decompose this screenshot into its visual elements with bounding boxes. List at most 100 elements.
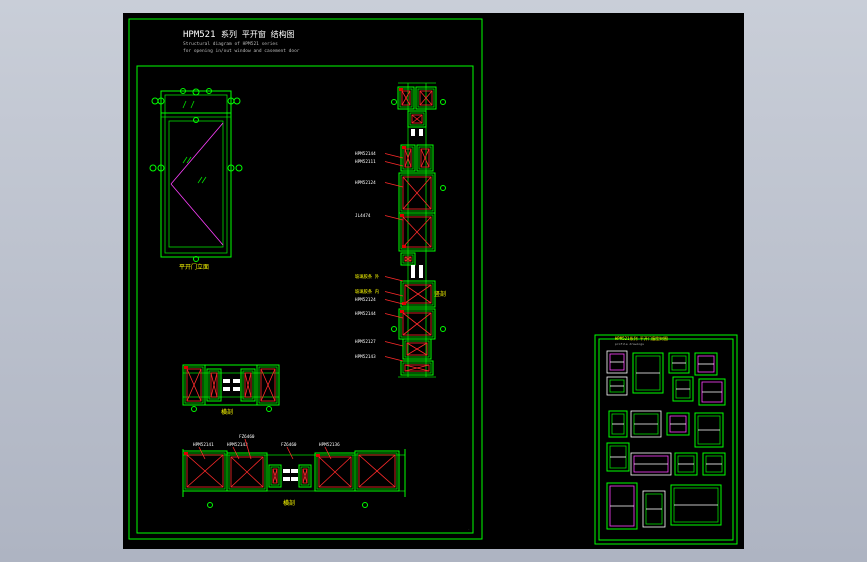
profile-block	[240, 368, 256, 402]
vertical-callout-leader	[384, 153, 404, 159]
profile-block	[402, 338, 432, 360]
profile-block	[206, 368, 222, 402]
vertical-callout-leader	[384, 313, 404, 319]
cad-drawing: HPM521 系列 平开窗 结构图 Structural diagram of …	[128, 18, 738, 545]
large-horizontal-label: 横剖	[283, 499, 295, 507]
vertical-section-label: 竖剖	[434, 290, 446, 298]
vertical-callout-label: JL4474	[355, 213, 371, 219]
gasket	[223, 379, 230, 383]
vertical-callout-label: HPM52144	[355, 151, 376, 157]
horizontal-callout-label: HPM52141	[193, 442, 214, 448]
profile-thumbnail	[702, 452, 726, 476]
svg-text:.: .	[468, 527, 470, 531]
gasket	[419, 265, 423, 272]
gasket	[411, 271, 415, 278]
profile-thumbnail	[606, 482, 638, 530]
profile-thumbnail	[666, 412, 690, 436]
profile-block	[400, 252, 416, 266]
horizontal-callout-label: HPM52143	[227, 442, 248, 448]
profile-block	[182, 364, 206, 406]
horizontal-callout-leader	[244, 438, 252, 460]
profile-thumbnail	[606, 442, 630, 472]
profile-block	[226, 452, 268, 492]
gasket	[223, 387, 230, 391]
profile-block	[400, 280, 436, 308]
profile-sheet-title: HPM521系列 平开门窗型材图	[615, 335, 668, 341]
profile-block	[314, 452, 356, 492]
profile-thumbnail	[694, 352, 718, 376]
profile-block	[397, 86, 415, 110]
vertical-callout-label: HPM52124	[355, 180, 376, 186]
profile-block	[416, 144, 434, 172]
vertical-callout-leader	[384, 161, 404, 167]
profile-thumbnail	[632, 352, 664, 394]
profile-block	[256, 364, 280, 406]
profile-thumbnail	[674, 452, 698, 476]
cad-drawing-viewport[interactable]: HPM521 系列 平开窗 结构图 Structural diagram of …	[123, 13, 744, 549]
small-horizontal-label: 横剖	[221, 408, 233, 416]
vertical-callout-leader	[384, 276, 404, 282]
gasket	[419, 129, 423, 136]
vertical-callout-leader	[384, 341, 404, 347]
profile-drawings	[606, 350, 726, 530]
profile-thumbnail	[608, 410, 628, 438]
profile-sheet-border	[594, 334, 738, 545]
title-cn: 系列 平开窗 结构图	[221, 29, 295, 39]
horizontal-callout-label: FZ6460	[281, 442, 297, 448]
profile-block	[398, 172, 436, 214]
profile-block	[298, 464, 312, 488]
gasket	[283, 469, 290, 473]
title-subtitle-1: Structural diagram of HPM521 series	[183, 41, 278, 47]
vertical-callout-label: HPM52124	[355, 297, 376, 303]
gasket	[233, 387, 240, 391]
profile-block	[398, 308, 436, 340]
profile-thumbnail	[630, 452, 672, 476]
vertical-callout-leader	[384, 291, 404, 297]
elevation-caption: 平开门立面	[179, 263, 209, 271]
title-subtitle-2: for opening in/out window and casement d…	[183, 48, 300, 54]
gasket	[411, 265, 415, 272]
gasket	[291, 469, 298, 473]
vertical-callout-label: HPM52127	[355, 339, 376, 345]
small-horizontal-section	[182, 364, 280, 412]
profile-thumbnail	[668, 352, 690, 374]
vertical-callout-leader	[384, 299, 404, 305]
vertical-callout-leader	[384, 356, 404, 362]
horizontal-callout-label: HPM52136	[319, 442, 340, 448]
vertical-callout-label: 玻璃胶条 内	[355, 288, 379, 295]
gasket	[233, 379, 240, 383]
profile-block	[400, 360, 434, 376]
gasket	[283, 477, 290, 481]
profile-thumbnail	[630, 410, 662, 438]
vertical-callouts: HPM52144 HPM52111 HPM52124 JL4474 玻璃胶条 外玻璃胶条…	[355, 151, 404, 362]
profile-thumbnail	[606, 350, 628, 374]
profile-thumbnail	[670, 484, 722, 526]
gasket	[411, 129, 415, 136]
profile-block	[182, 450, 228, 492]
door-elevation	[149, 88, 243, 262]
profile-thumbnail	[642, 490, 666, 528]
vertical-callout-label: HPM52111	[355, 159, 376, 165]
profile-block	[407, 110, 427, 128]
profile-block	[354, 450, 400, 492]
profile-thumbnail	[698, 378, 726, 406]
profile-block	[268, 464, 282, 488]
vertical-section	[391, 82, 446, 378]
profile-thumbnail	[694, 412, 724, 448]
vertical-callout-label: 玻璃胶条 外	[355, 273, 380, 280]
vertical-callout-label: HPM52144	[355, 311, 376, 317]
series-title: HPM521	[183, 30, 216, 40]
profile-block	[400, 144, 416, 172]
gasket	[291, 477, 298, 481]
profile-thumbnail	[672, 376, 694, 402]
vertical-callout-leader	[384, 182, 404, 188]
large-horizontal-section	[182, 449, 406, 508]
horizontal-callout-leader	[286, 446, 294, 460]
main-sheet-border	[128, 18, 483, 540]
vertical-callout-label: HPM52143	[355, 354, 376, 360]
profile-thumbnail	[606, 376, 628, 396]
profile-sheet-inner-border	[598, 338, 734, 541]
gasket	[419, 271, 423, 278]
profile-sheet-subtitle: profile drawings	[615, 342, 644, 346]
horizontal-callout-label: FZ6460	[239, 434, 255, 440]
